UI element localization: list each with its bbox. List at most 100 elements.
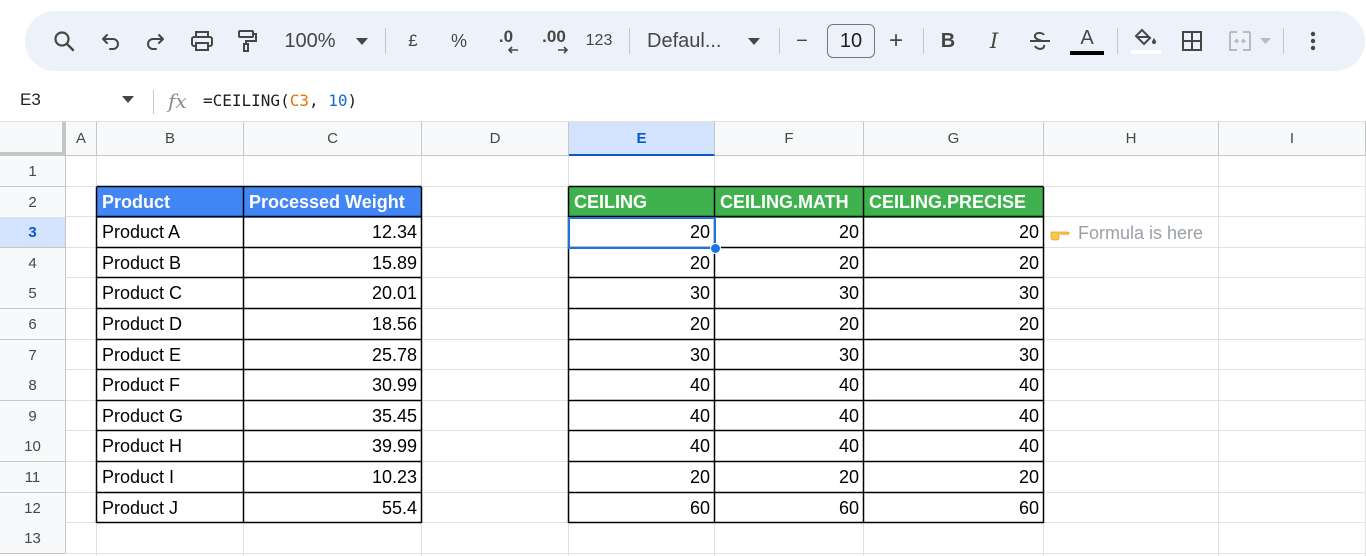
fill-color-button[interactable] (1129, 11, 1163, 71)
column-header-a[interactable]: A (66, 122, 97, 156)
ceiling-table-cell[interactable]: 40 (569, 431, 715, 462)
strikethrough-icon[interactable] (1025, 11, 1055, 71)
product-table-cell[interactable]: 20.01 (244, 278, 422, 309)
ceiling-table-cell[interactable]: 60 (715, 493, 864, 524)
row-header-4[interactable]: 4 (0, 248, 66, 279)
row-header-7[interactable]: 7 (0, 340, 66, 371)
ceiling-table-cell[interactable]: 20 (864, 248, 1044, 279)
column-header-h[interactable]: H (1044, 122, 1219, 156)
ceiling-table-cell[interactable]: 40 (715, 401, 864, 432)
font-select[interactable]: Defaul... (647, 11, 733, 71)
ceiling-table-cell[interactable]: 20 (715, 217, 864, 248)
font-size-input[interactable]: 10 (827, 24, 875, 58)
ceiling-table-cell[interactable]: 20 (715, 309, 864, 340)
ceiling-table-header-cell[interactable]: CEILING (569, 187, 715, 218)
ceiling-table-cell[interactable]: 60 (569, 493, 715, 524)
chevron-down-icon[interactable] (122, 96, 134, 103)
ceiling-table-cell[interactable]: 20 (864, 462, 1044, 493)
column-header-f[interactable]: F (715, 122, 864, 156)
select-all-corner[interactable] (0, 122, 66, 156)
font-size-decrease-button[interactable]: − (791, 11, 813, 71)
formula-input[interactable]: =CEILING(C3, 10) (203, 91, 357, 110)
ceiling-table-cell[interactable]: 40 (715, 431, 864, 462)
product-table-cell[interactable]: Product D (97, 309, 244, 340)
font-size-increase-button[interactable]: + (885, 11, 907, 71)
product-table-cell[interactable]: Product J (97, 493, 244, 524)
merge-cells-icon[interactable] (1225, 11, 1255, 71)
product-table-header-cell[interactable]: Processed Weight (244, 187, 422, 218)
ceiling-table-cell[interactable]: 20 (569, 248, 715, 279)
product-table-cell[interactable]: Product F (97, 370, 244, 401)
column-header-e[interactable]: E (569, 122, 715, 156)
name-box[interactable]: E3 (20, 90, 41, 110)
row-header-5[interactable]: 5 (0, 278, 66, 309)
product-table-cell[interactable]: Product C (97, 278, 244, 309)
fill-handle[interactable] (710, 243, 721, 254)
row-header-11[interactable]: 11 (0, 462, 66, 493)
ceiling-table-cell[interactable]: 40 (569, 370, 715, 401)
decrease-decimal-button[interactable]: .0 (489, 11, 523, 71)
ceiling-table-cell[interactable]: 30 (864, 278, 1044, 309)
number-format-button[interactable]: 123 (583, 11, 615, 71)
ceiling-table-cell[interactable]: 40 (864, 431, 1044, 462)
currency-button[interactable]: £ (401, 11, 425, 71)
product-table-cell[interactable]: Product E (97, 340, 244, 371)
row-header-12[interactable]: 12 (0, 493, 66, 524)
row-header-3[interactable]: 3 (0, 217, 66, 248)
ceiling-table-cell[interactable]: 30 (569, 278, 715, 309)
product-table-cell[interactable]: Product A (97, 217, 244, 248)
product-table-cell[interactable]: Product B (97, 248, 244, 279)
ceiling-table-header-cell[interactable]: CEILING.PRECISE (864, 187, 1044, 218)
column-header-i[interactable]: I (1219, 122, 1366, 156)
product-table-cell[interactable]: Product H (97, 431, 244, 462)
row-header-8[interactable]: 8 (0, 370, 66, 401)
product-table-cell[interactable]: 10.23 (244, 462, 422, 493)
row-header-10[interactable]: 10 (0, 431, 66, 462)
active-cell-selection[interactable] (568, 217, 716, 249)
row-header-1[interactable]: 1 (0, 156, 66, 187)
ceiling-table-cell[interactable]: 20 (864, 217, 1044, 248)
chevron-down-icon[interactable] (745, 11, 763, 71)
row-header-13[interactable]: 13 (0, 523, 66, 554)
italic-button[interactable]: I (981, 11, 1007, 71)
ceiling-table-cell[interactable]: 30 (569, 340, 715, 371)
percent-button[interactable]: % (447, 11, 471, 71)
ceiling-table-cell[interactable]: 40 (569, 401, 715, 432)
spreadsheet-grid[interactable]: Product Processed Weight CEILING CEILING.MA… (0, 122, 1366, 556)
product-table-cell[interactable]: 35.45 (244, 401, 422, 432)
ceiling-table-cell[interactable]: 20 (569, 462, 715, 493)
row-header-2[interactable]: 2 (0, 187, 66, 218)
redo-icon[interactable] (141, 11, 169, 71)
column-header-d[interactable]: D (422, 122, 569, 156)
product-table-cell[interactable]: 15.89 (244, 248, 422, 279)
product-table-header-cell[interactable]: Product (97, 187, 244, 218)
ceiling-table-cell[interactable]: 20 (715, 248, 864, 279)
product-table-cell[interactable]: 55.4 (244, 493, 422, 524)
ceiling-table-header-cell[interactable]: CEILING.MATH (715, 187, 864, 218)
zoom-select[interactable]: 100% (279, 11, 341, 71)
column-header-c[interactable]: C (244, 122, 422, 156)
ceiling-table-cell[interactable]: 30 (715, 340, 864, 371)
paint-format-icon[interactable] (233, 11, 261, 71)
chevron-down-icon[interactable] (353, 11, 371, 71)
product-table-cell[interactable]: 39.99 (244, 431, 422, 462)
product-table-cell[interactable]: 30.99 (244, 370, 422, 401)
column-header-b[interactable]: B (97, 122, 244, 156)
ceiling-table-cell[interactable]: 30 (715, 278, 864, 309)
ceiling-table-cell[interactable]: 40 (864, 370, 1044, 401)
text-color-button[interactable]: A (1067, 11, 1107, 71)
ceiling-table-cell[interactable]: 30 (864, 340, 1044, 371)
product-table-cell[interactable]: 18.56 (244, 309, 422, 340)
row-header-6[interactable]: 6 (0, 309, 66, 340)
borders-icon[interactable] (1179, 11, 1205, 71)
column-header-g[interactable]: G (864, 122, 1044, 156)
product-table-cell[interactable]: 25.78 (244, 340, 422, 371)
bold-button[interactable]: B (935, 11, 961, 71)
more-options-icon[interactable] (1301, 11, 1325, 71)
row-header-9[interactable]: 9 (0, 401, 66, 432)
product-table-cell[interactable]: Product I (97, 462, 244, 493)
ceiling-table-cell[interactable]: 20 (569, 309, 715, 340)
search-icon[interactable] (49, 11, 79, 71)
ceiling-table-cell[interactable]: 40 (715, 370, 864, 401)
chevron-down-icon[interactable] (1257, 11, 1273, 71)
